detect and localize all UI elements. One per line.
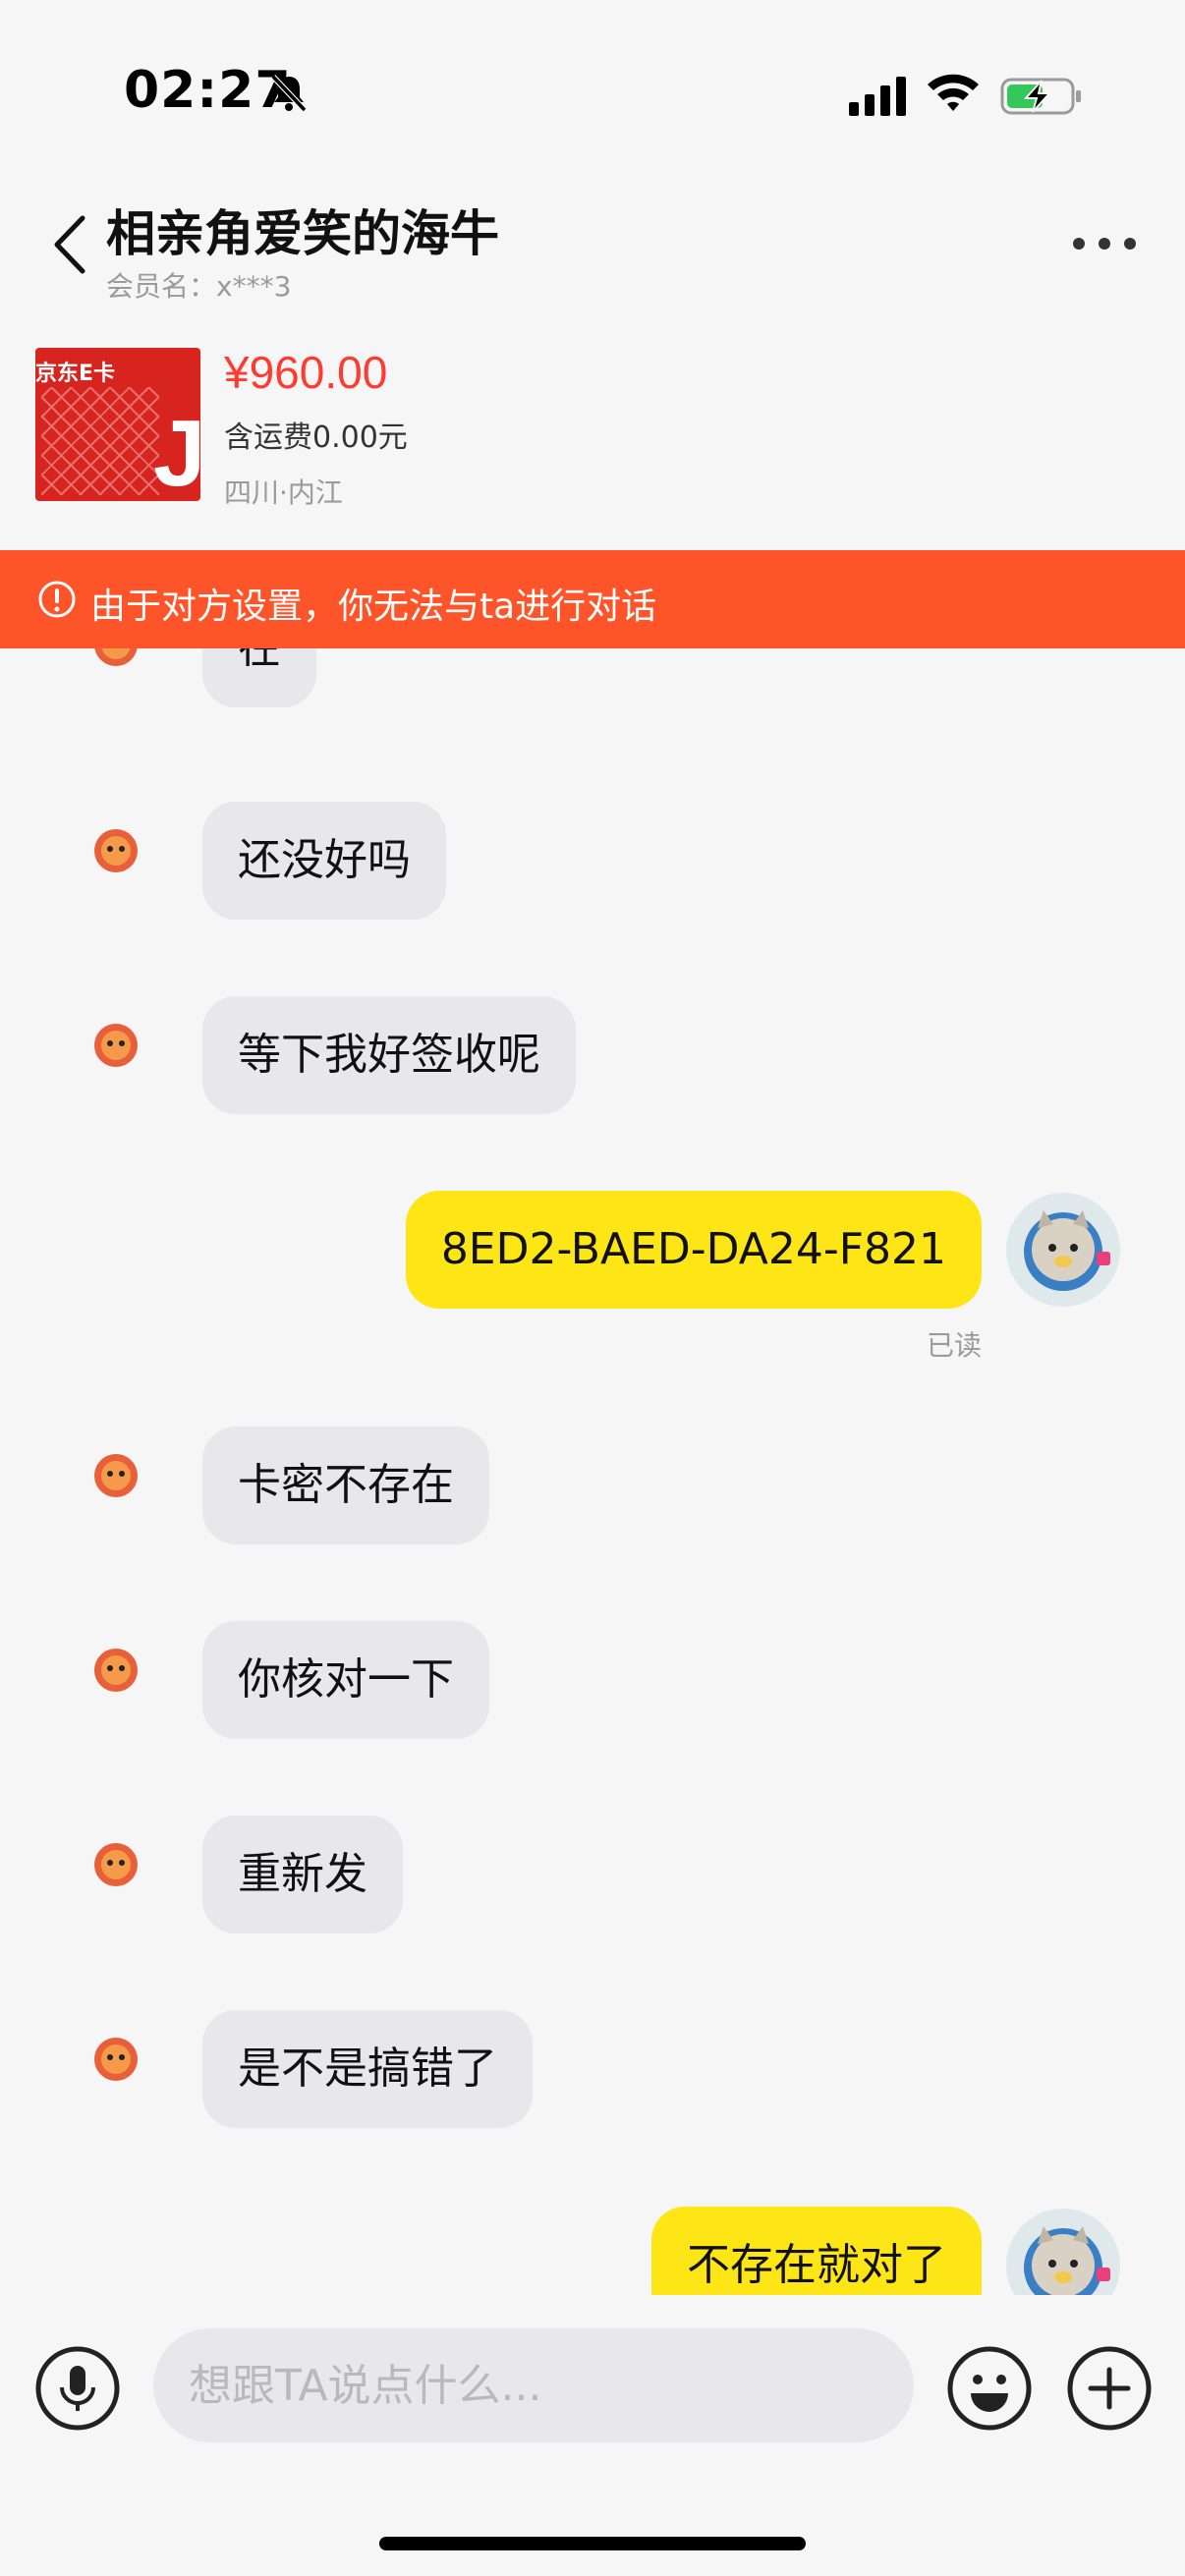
message-bubble-incoming[interactable]: 还没好吗: [202, 802, 446, 920]
back-icon[interactable]: [47, 212, 90, 277]
chat-area[interactable]: 在 还没好吗 等下我好签收呢 8ED2-BAED-DA24-F821 已读 卡密…: [0, 648, 1185, 2295]
card-pattern: [41, 387, 159, 495]
message-bubble-outgoing[interactable]: 8ED2-BAED-DA24-F821: [405, 1191, 982, 1309]
read-receipt: 已读: [926, 1329, 982, 1362]
product-price: ¥960.00: [224, 347, 388, 398]
emoji-icon[interactable]: [947, 2346, 1032, 2431]
message-bubble-incoming[interactable]: 卡密不存在: [202, 1427, 489, 1544]
product-location: 四川·内江: [224, 476, 343, 509]
home-indicator[interactable]: [379, 2537, 806, 2550]
message-bubble-incoming[interactable]: 重新发: [202, 1816, 403, 1933]
product-image[interactable]: 京东E卡 JD: [35, 348, 200, 501]
message-input[interactable]: [153, 2328, 914, 2442]
alert-circle-icon: [38, 581, 76, 618]
user-avatar[interactable]: [1004, 1191, 1122, 1309]
restriction-banner: 由于对方设置，你无法与ta进行对话: [0, 550, 1185, 648]
battery-charging-icon: [1000, 78, 1081, 115]
contact-avatar[interactable]: [86, 1014, 145, 1073]
contact-avatar[interactable]: [86, 648, 145, 672]
contact-avatar[interactable]: [86, 1444, 145, 1503]
bell-slash-icon: [270, 74, 308, 113]
cellular-signal-icon: [849, 77, 906, 116]
microphone-icon[interactable]: [35, 2346, 120, 2431]
plus-icon[interactable]: [1067, 2346, 1152, 2431]
contact-name: 相亲角爱笑的海牛: [106, 205, 499, 262]
product-shipping: 含运费0.00元: [224, 420, 408, 455]
member-name: 会员名：x***3: [106, 270, 292, 303]
message-bubble-incoming[interactable]: 是不是搞错了: [202, 2010, 533, 2128]
wifi-icon: [928, 74, 979, 111]
input-bar: [0, 2295, 1185, 2472]
status-time: 02:27: [124, 61, 292, 120]
contact-avatar[interactable]: [86, 1833, 145, 1892]
contact-avatar[interactable]: [86, 1639, 145, 1698]
contact-avatar[interactable]: [86, 819, 145, 878]
message-bubble-incoming[interactable]: 你核对一下: [202, 1621, 489, 1739]
product-image-logo: JD: [153, 401, 200, 501]
contact-avatar[interactable]: [86, 2028, 145, 2087]
message-bubble-incoming[interactable]: 在: [202, 648, 316, 707]
user-avatar[interactable]: [1004, 2207, 1122, 2295]
status-bar: 02:27: [0, 0, 1185, 187]
product-image-label: 京东E卡: [35, 362, 116, 386]
more-icon[interactable]: [1071, 226, 1138, 261]
message-bubble-outgoing[interactable]: 不存在就对了: [651, 2207, 982, 2295]
banner-text: 由于对方设置，你无法与ta进行对话: [90, 587, 657, 627]
message-bubble-incoming[interactable]: 等下我好签收呢: [202, 996, 576, 1114]
